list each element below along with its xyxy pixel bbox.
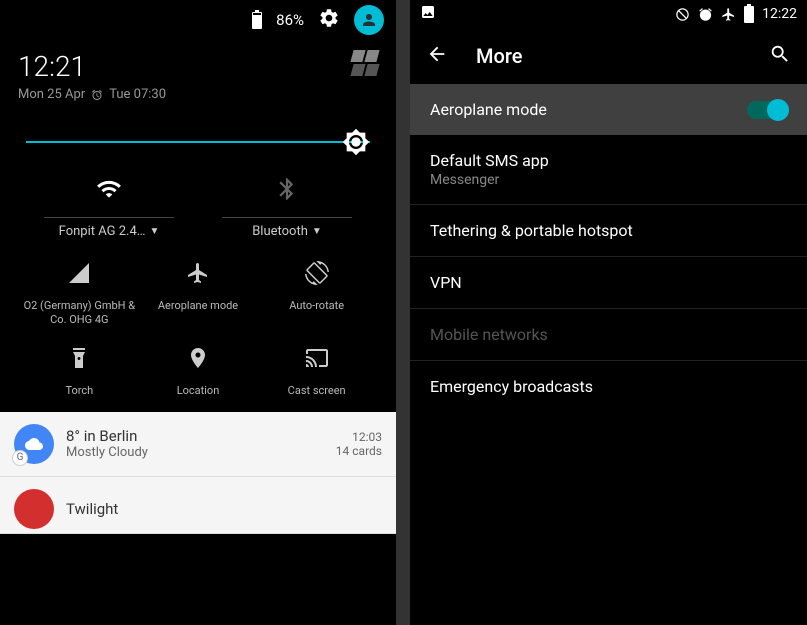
clock-time: 12:21 <box>18 50 86 83</box>
profile-avatar[interactable] <box>354 5 384 35</box>
rotate-label: Auto-rotate <box>289 299 344 313</box>
bluetooth-label: Bluetooth <box>252 224 308 239</box>
row-mobile-networks: Mobile networks <box>410 309 807 360</box>
no-sim-icon <box>675 7 690 22</box>
rotate-icon <box>305 261 329 289</box>
signal-tile[interactable]: O2 (Germany) GmbH & Co. OHG 4G <box>20 261 139 328</box>
airplane-tile[interactable]: Aeroplane mode <box>139 261 258 328</box>
location-label: Location <box>177 384 220 398</box>
signal-icon <box>67 261 91 289</box>
row-emergency[interactable]: Emergency broadcasts <box>410 361 807 412</box>
bluetooth-icon <box>274 171 300 207</box>
alarm-text: Tue 07:30 <box>109 87 166 102</box>
search-icon[interactable] <box>769 43 791 69</box>
notif-title: Twilight <box>66 500 382 518</box>
status-bar: 12:22 <box>410 0 807 28</box>
gear-icon[interactable] <box>318 7 340 33</box>
wifi-label: Fonpit AG 2.4… <box>59 224 146 239</box>
brightness-icon[interactable] <box>342 128 370 156</box>
chevron-down-icon: ▼ <box>149 226 159 237</box>
torch-label: Torch <box>65 384 93 398</box>
row-tethering[interactable]: Tethering & portable hotspot <box>410 205 807 256</box>
page-title: More <box>476 44 741 68</box>
date-text: Mon 25 Apr <box>18 87 85 102</box>
google-badge: G <box>12 450 28 466</box>
tether-label: Tethering & portable hotspot <box>430 221 633 240</box>
date-row[interactable]: Mon 25 Apr Tue 07:30 <box>0 87 396 116</box>
notification-twilight[interactable]: Twilight <box>0 477 396 534</box>
location-tile[interactable]: Location <box>139 346 258 398</box>
cast-icon <box>305 346 329 374</box>
battery-icon <box>252 12 262 29</box>
status-bar: 86% <box>0 0 396 40</box>
alarm-icon <box>698 7 713 22</box>
battery-percent: 86% <box>276 11 304 29</box>
signal-label: O2 (Germany) GmbH & Co. OHG 4G <box>20 299 139 328</box>
rotate-tile[interactable]: Auto-rotate <box>257 261 376 328</box>
sms-sublabel: Messenger <box>430 172 549 188</box>
brightness-slider[interactable] <box>0 116 396 161</box>
wifi-tile[interactable]: Fonpit AG 2.4…▼ <box>20 171 198 239</box>
picture-icon <box>420 4 436 24</box>
notif-count: 14 cards <box>336 444 382 458</box>
vpn-label: VPN <box>430 273 462 292</box>
torch-tile[interactable]: Torch <box>20 346 139 398</box>
toolbar: More <box>410 28 807 84</box>
airplane-icon <box>186 261 210 289</box>
twilight-icon <box>14 489 54 529</box>
location-icon <box>186 346 210 374</box>
notif-title: 8° in Berlin <box>66 427 324 445</box>
airplane-icon <box>721 7 736 22</box>
alarm-icon <box>91 89 103 101</box>
notif-subtitle: Mostly Cloudy <box>66 445 324 460</box>
notification-weather[interactable]: G 8° in Berlin Mostly Cloudy 12:03 14 ca… <box>0 412 396 477</box>
airplane-label: Aeroplane mode <box>158 299 238 313</box>
row-default-sms[interactable]: Default SMS app Messenger <box>410 135 807 204</box>
cast-label: Cast screen <box>288 384 346 398</box>
airplane-label: Aeroplane mode <box>430 100 547 119</box>
row-airplane-mode[interactable]: Aeroplane mode <box>410 84 807 135</box>
wifi-icon <box>96 171 122 207</box>
mobile-label: Mobile networks <box>430 325 548 344</box>
bluetooth-tile[interactable]: Bluetooth ▼ <box>198 171 376 239</box>
sms-label: Default SMS app <box>430 151 549 170</box>
chevron-down-icon: ▼ <box>312 226 322 237</box>
clock-text: 12:22 <box>762 6 797 22</box>
weather-icon: G <box>14 424 54 464</box>
emergency-label: Emergency broadcasts <box>430 377 593 396</box>
row-vpn[interactable]: VPN <box>410 257 807 308</box>
battery-icon <box>744 6 754 23</box>
edit-tiles-icon[interactable] <box>352 50 378 76</box>
notif-time: 12:03 <box>336 430 382 444</box>
cast-tile[interactable]: Cast screen <box>257 346 376 398</box>
back-icon[interactable] <box>426 43 448 69</box>
torch-icon <box>67 346 91 374</box>
airplane-toggle[interactable] <box>747 101 787 119</box>
